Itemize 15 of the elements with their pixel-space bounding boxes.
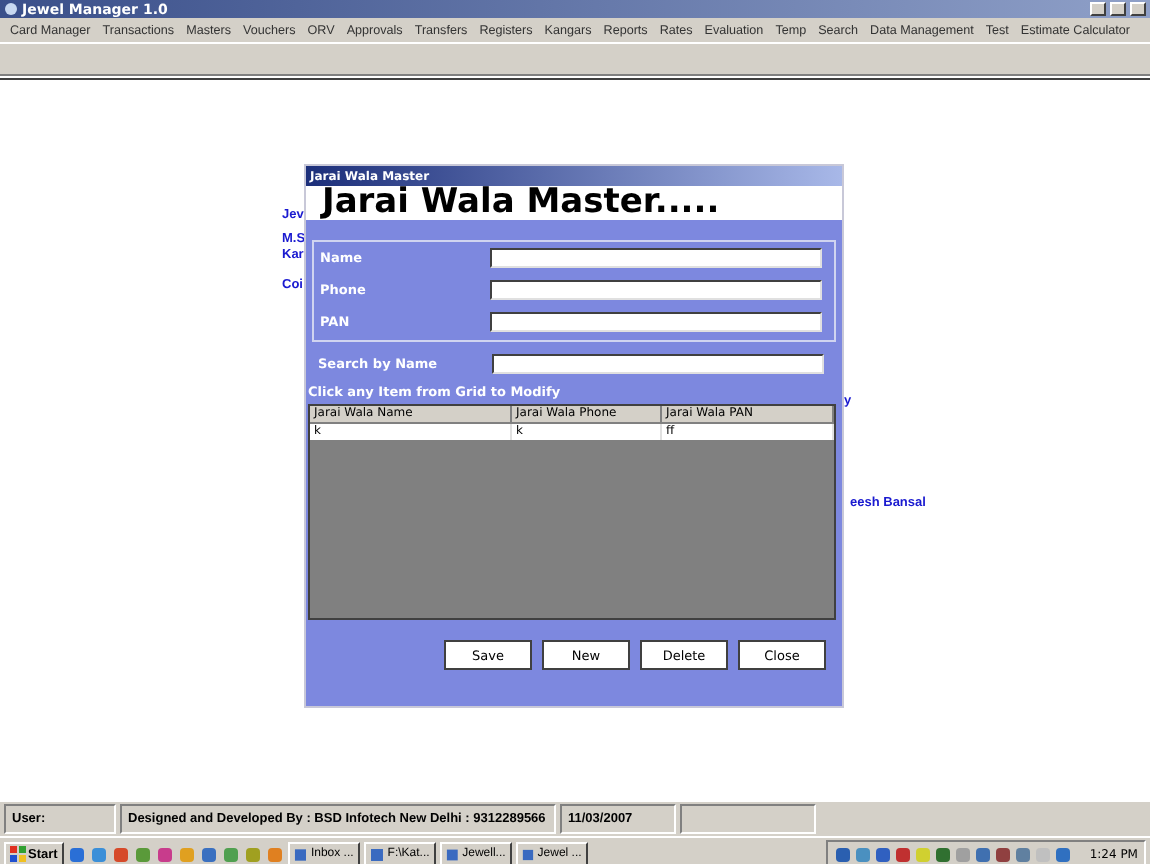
window-icon	[445, 847, 459, 861]
window-icon	[293, 847, 307, 861]
input-field[interactable]	[490, 312, 822, 332]
search-field[interactable]	[492, 354, 824, 374]
status-panel	[680, 804, 816, 834]
input-field[interactable]	[490, 248, 822, 268]
dialog-heading: Jarai Wala Master.....	[306, 186, 842, 220]
minimize-button[interactable]	[1090, 2, 1106, 16]
input-field[interactable]	[490, 280, 822, 300]
window-icon	[521, 847, 534, 861]
windows-logo-icon	[10, 846, 26, 862]
app-icon	[4, 2, 18, 16]
window-icon	[369, 847, 384, 861]
restore-button[interactable]	[1110, 2, 1126, 16]
close-button[interactable]	[1130, 2, 1146, 16]
